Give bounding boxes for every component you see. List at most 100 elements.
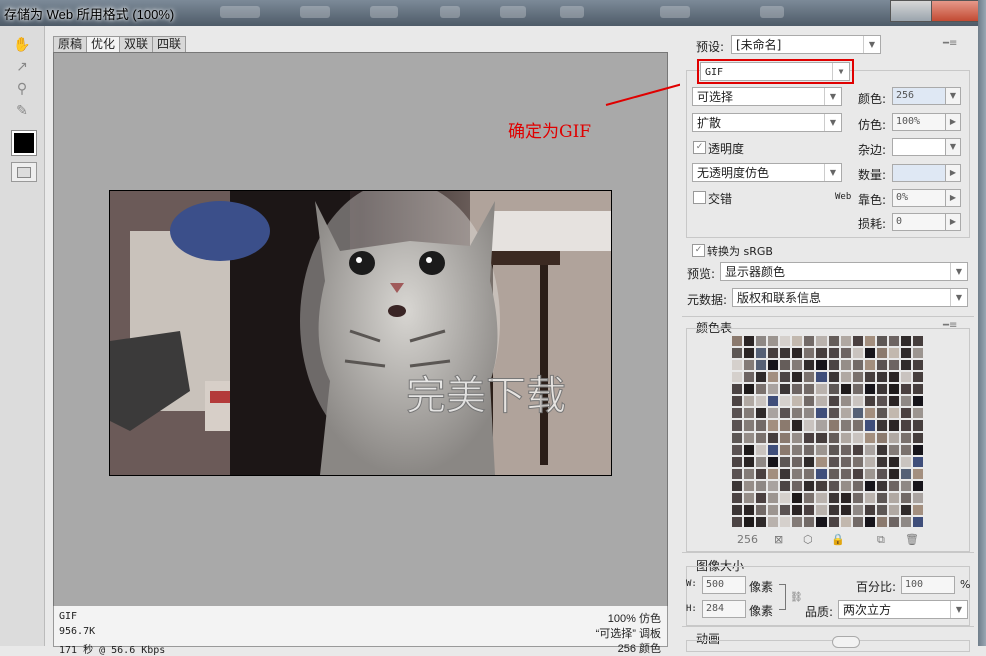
- lossy-field[interactable]: 0: [892, 213, 946, 231]
- color-swatch[interactable]: [863, 431, 876, 444]
- color-swatch[interactable]: [815, 371, 828, 384]
- color-swatch[interactable]: [815, 335, 828, 348]
- color-swatch[interactable]: [767, 515, 780, 528]
- color-swatch[interactable]: [827, 431, 840, 444]
- color-swatch[interactable]: [755, 395, 768, 408]
- color-swatch[interactable]: [803, 455, 816, 468]
- color-swatch[interactable]: [875, 371, 888, 384]
- color-swatch[interactable]: [911, 467, 924, 480]
- color-swatch[interactable]: [839, 395, 852, 408]
- color-swatch[interactable]: [803, 479, 816, 492]
- tab-2-up[interactable]: 双联: [119, 36, 154, 52]
- color-swatch[interactable]: [911, 515, 924, 528]
- color-swatch[interactable]: [803, 467, 816, 480]
- color-swatch[interactable]: [767, 395, 780, 408]
- eyedropper-color-swatch[interactable]: [11, 130, 37, 156]
- color-swatch[interactable]: [839, 383, 852, 396]
- color-swatch[interactable]: [755, 515, 768, 528]
- color-swatch[interactable]: [803, 359, 816, 372]
- color-swatch[interactable]: [767, 479, 780, 492]
- color-swatch[interactable]: [875, 335, 888, 348]
- color-swatch[interactable]: [755, 455, 768, 468]
- color-swatch[interactable]: [779, 455, 792, 468]
- color-table-grid[interactable]: [731, 335, 924, 528]
- color-swatch[interactable]: [731, 419, 744, 432]
- color-swatch[interactable]: [767, 407, 780, 420]
- color-swatch[interactable]: [875, 467, 888, 480]
- color-swatch[interactable]: [791, 419, 804, 432]
- color-swatch[interactable]: [731, 503, 744, 516]
- color-swatch[interactable]: [827, 395, 840, 408]
- color-swatch[interactable]: [791, 383, 804, 396]
- color-swatch[interactable]: [791, 359, 804, 372]
- web-shift-cube-icon[interactable]: ⬡: [803, 533, 813, 546]
- color-swatch[interactable]: [767, 443, 780, 456]
- color-swatch[interactable]: [911, 383, 924, 396]
- color-swatch[interactable]: [755, 479, 768, 492]
- color-swatch[interactable]: [767, 503, 780, 516]
- colors-dropdown-icon[interactable]: ▼: [945, 87, 961, 105]
- color-swatch[interactable]: [803, 515, 816, 528]
- color-swatch[interactable]: [887, 407, 900, 420]
- color-swatch[interactable]: [911, 443, 924, 456]
- color-swatch[interactable]: [899, 479, 912, 492]
- color-swatch[interactable]: [839, 443, 852, 456]
- color-swatch[interactable]: [791, 515, 804, 528]
- color-swatch[interactable]: [743, 431, 756, 444]
- color-swatch[interactable]: [827, 371, 840, 384]
- width-field[interactable]: 500: [702, 576, 746, 594]
- color-swatch[interactable]: [779, 443, 792, 456]
- color-swatch[interactable]: [791, 335, 804, 348]
- color-swatch[interactable]: [779, 515, 792, 528]
- color-swatch[interactable]: [767, 359, 780, 372]
- color-swatch[interactable]: [851, 503, 864, 516]
- tab-4-up[interactable]: 四联: [152, 36, 187, 52]
- websnap-dropdown-icon[interactable]: ▶: [945, 189, 961, 207]
- color-swatch[interactable]: [863, 371, 876, 384]
- color-swatch[interactable]: [803, 335, 816, 348]
- color-swatch[interactable]: [779, 371, 792, 384]
- color-swatch[interactable]: [911, 491, 924, 504]
- color-swatch[interactable]: [779, 479, 792, 492]
- color-swatch[interactable]: [731, 335, 744, 348]
- color-swatch[interactable]: [863, 443, 876, 456]
- color-swatch[interactable]: [911, 371, 924, 384]
- color-swatch[interactable]: [899, 347, 912, 360]
- color-swatch[interactable]: [899, 359, 912, 372]
- colors-field[interactable]: 256: [892, 87, 946, 105]
- color-swatch[interactable]: [731, 443, 744, 456]
- color-swatch[interactable]: [827, 491, 840, 504]
- color-swatch[interactable]: [731, 395, 744, 408]
- color-swatch[interactable]: [755, 359, 768, 372]
- color-swatch[interactable]: [803, 395, 816, 408]
- link-chain-icon[interactable]: ⛓: [790, 592, 803, 603]
- color-swatch[interactable]: [911, 407, 924, 420]
- color-swatch[interactable]: [911, 431, 924, 444]
- color-swatch[interactable]: [851, 335, 864, 348]
- color-swatch[interactable]: [839, 347, 852, 360]
- color-swatch[interactable]: [911, 503, 924, 516]
- color-swatch[interactable]: [839, 455, 852, 468]
- color-swatch[interactable]: [887, 347, 900, 360]
- transparency-checkbox[interactable]: ✓: [693, 141, 706, 154]
- color-swatch[interactable]: [851, 395, 864, 408]
- color-swatch[interactable]: [767, 347, 780, 360]
- color-swatch[interactable]: [851, 467, 864, 480]
- tab-original[interactable]: 原稿: [53, 36, 88, 52]
- color-swatch[interactable]: [839, 371, 852, 384]
- color-swatch[interactable]: [887, 479, 900, 492]
- color-swatch[interactable]: [743, 479, 756, 492]
- slice-select-tool-icon[interactable]: ↗: [12, 58, 32, 76]
- color-swatch[interactable]: [791, 503, 804, 516]
- color-swatch[interactable]: [875, 443, 888, 456]
- color-swatch[interactable]: [887, 443, 900, 456]
- color-swatch[interactable]: [863, 479, 876, 492]
- color-swatch[interactable]: [827, 479, 840, 492]
- color-swatch[interactable]: [839, 407, 852, 420]
- color-swatch[interactable]: [839, 491, 852, 504]
- color-swatch[interactable]: [803, 491, 816, 504]
- color-swatch[interactable]: [827, 443, 840, 456]
- color-swatch[interactable]: [887, 455, 900, 468]
- lock-color-icon[interactable]: 🔒: [831, 533, 845, 546]
- color-swatch[interactable]: [731, 371, 744, 384]
